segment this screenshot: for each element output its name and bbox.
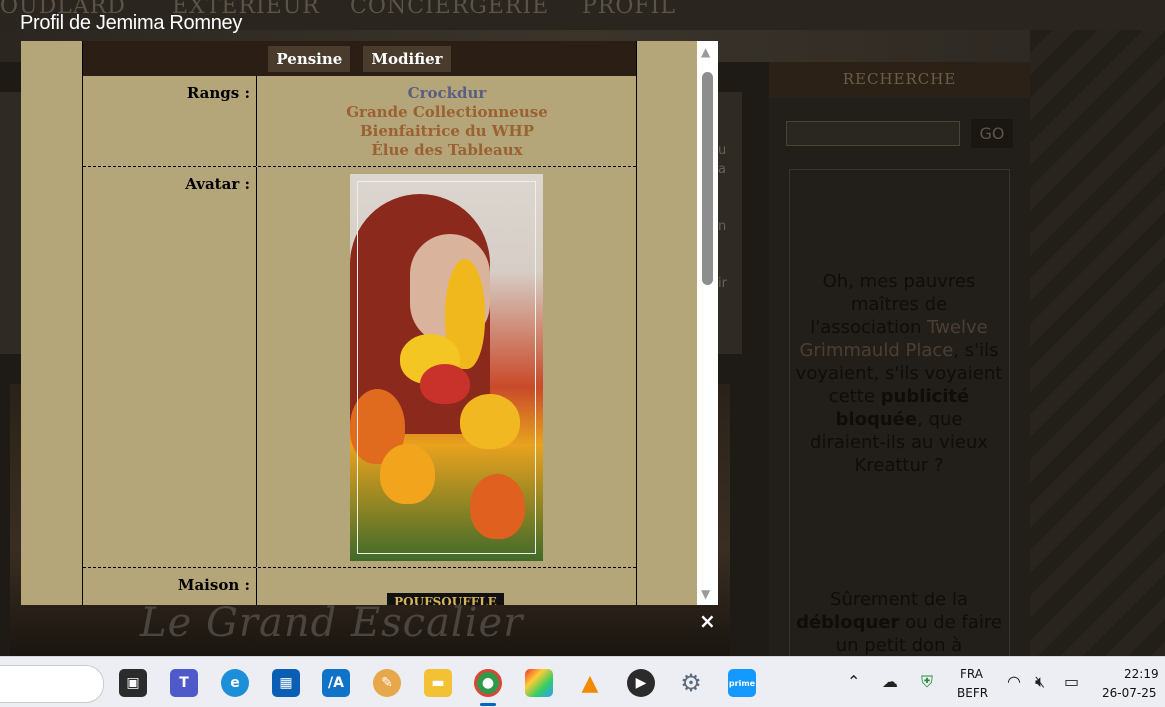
nav-item-conciergerie[interactable]: CONCIERGERIE [350,0,549,19]
teams-icon[interactable]: T [170,669,198,697]
panel-text-fragment: a [718,162,726,177]
security-shield-icon[interactable]: ⛨ [921,672,933,692]
input-language[interactable]: FRA [960,667,983,681]
media-player-icon[interactable]: ▶ [627,669,655,697]
vlc-icon[interactable]: ▲ [576,669,604,697]
onedrive-icon[interactable]: ☁ [882,672,898,691]
profile-modal: Pensine Modifier Rangs : Crockdur Grande… [21,41,718,605]
maison-row: Maison : POUFSOUFFLE [83,568,636,605]
settings-icon[interactable]: ⚙ [677,669,705,697]
pensine-button[interactable]: Pensine [268,46,351,72]
maison-label: Maison : [83,568,257,605]
decorative-pattern [1030,30,1165,656]
rangs-row: Rangs : Crockdur Grande Collectionneuse … [83,76,636,167]
file-explorer-icon[interactable]: ▬ [424,669,452,697]
task-view-icon[interactable]: ▣ [119,669,147,697]
scroll-down-arrow-icon[interactable]: ▼ [701,587,710,601]
avatar-frame [357,181,536,554]
modal-scrollbar[interactable]: ▲ ▼ [697,41,718,605]
photos-icon[interactable] [525,669,553,697]
house-badge: POUFSOUFFLE [387,593,504,605]
avatar-row: Avatar : [83,167,636,568]
modifier-button[interactable]: Modifier [363,46,451,72]
adblock-message-2: Sûrement de la débloquer ou de faire un … [796,589,1002,656]
taskbar-search-box[interactable] [0,665,104,703]
wifi-icon[interactable]: ◠ [1007,672,1021,691]
panel-text-fragment: ir [718,276,727,291]
profile-toolbar: Pensine Modifier [83,41,636,76]
avatar-label: Avatar : [83,167,257,567]
panel-text-fragment: n [718,219,727,234]
adblock-message: Oh, mes pauvres maîtres de l'association… [795,271,1003,476]
modal-title: Profil de Jemima Romney [20,12,243,34]
chevron-up-icon[interactable]: ⌃ [847,672,860,691]
rank-item: Élue des Tableaux [371,141,523,159]
battery-icon[interactable]: ▭ [1064,672,1079,691]
sidebar-search-title: RECHERCHE [769,62,1030,98]
search-go-button[interactable]: GO [971,119,1013,148]
close-icon[interactable]: × [699,609,716,633]
rangs-label: Rangs : [83,76,257,166]
rank-item: Grande Collectionneuse [346,103,548,121]
nav-item-profil[interactable]: PROFIL [582,0,676,19]
azure-icon[interactable]: /A [322,669,350,697]
rank-item: Bienfaitrice du WHP [359,122,535,140]
paint-icon[interactable]: ✎ [373,669,401,697]
prime-video-icon[interactable]: prime [728,669,756,697]
keyboard-layout[interactable]: BEFR [957,686,988,700]
maison-cell: POUFSOUFFLE [258,568,636,605]
clock-time[interactable]: 22:19 [1124,667,1159,681]
edge-icon[interactable]: e [221,669,249,697]
search-input[interactable] [786,121,960,146]
store-icon[interactable]: ▦ [272,669,300,697]
panel-text-fragment: u [718,143,727,158]
scroll-up-arrow-icon[interactable]: ▲ [701,45,710,59]
speaker-muted-icon[interactable]: 🔇︎ [1035,672,1045,692]
rank-item: Crockdur [407,84,487,102]
clock-date[interactable]: 26-07-25 [1102,686,1156,700]
staircase-banner-title: Le Grand Escalier [140,600,524,646]
rangs-list: Crockdur Grande Collectionneuse Bienfait… [258,76,636,174]
avatar-image [350,174,543,561]
chrome-icon[interactable]: ● [474,669,502,697]
profile-table: Pensine Modifier Rangs : Crockdur Grande… [82,41,637,605]
scroll-thumb[interactable] [702,72,713,285]
windows-taskbar: ▣ T e ▦ /A ✎ ▬ ● ▲ ▶ ⚙ prime ⌃ ☁ ⛨ FRA B… [0,656,1165,707]
avatar-cell [258,167,636,567]
